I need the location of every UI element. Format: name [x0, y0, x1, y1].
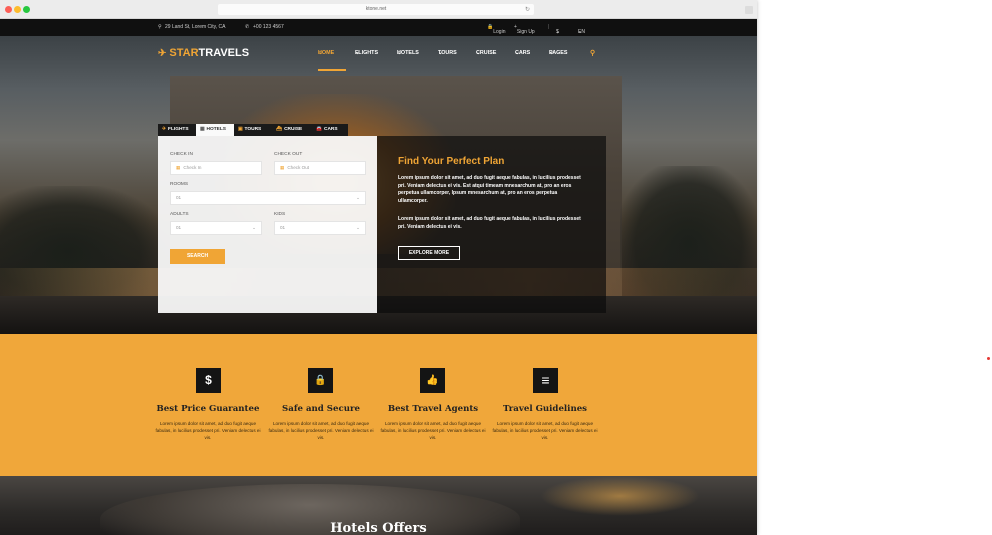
adults-label: ADULTS	[170, 212, 189, 217]
address-bar-text: ktone.net	[365, 6, 387, 12]
kids-select[interactable]: 01 ⌄	[274, 221, 366, 235]
hotels-offers-section: Hotels Offers	[0, 476, 757, 535]
rooms-select[interactable]: 01 ⌄	[170, 191, 366, 205]
thumbs-up-icon: 👍	[420, 368, 445, 393]
browser-chrome: ktone.net ↻	[0, 0, 757, 19]
rooms-label: ROOMS	[170, 182, 189, 187]
tab-label: CARS	[323, 127, 338, 132]
checkin-field[interactable]: ▦ Check In	[170, 161, 262, 175]
chevron-down-icon: ⌄	[355, 50, 360, 56]
signup-label: Sign Up	[516, 29, 535, 35]
checkin-label: CHECK IN	[170, 152, 193, 157]
plan-title: Find Your Perfect Plan	[398, 156, 505, 167]
tab-label: CRUISE	[284, 127, 303, 132]
airplane-icon: ✈	[158, 48, 167, 59]
feature-desc: Lorem ipsum dolor sit amet, ad duo fugit…	[268, 421, 374, 440]
features-band: $ Best Price Guarantee Lorem ipsum dolor…	[0, 334, 757, 476]
calendar-icon: ▦	[176, 165, 181, 170]
tab-label: HOTELS	[206, 127, 227, 132]
calendar-icon: ▦	[280, 165, 285, 170]
phone-icon: ✆	[245, 24, 250, 30]
feature-desc: Lorem ipsum dolor sit amet, ad duo fugit…	[155, 421, 261, 440]
divider: |	[548, 24, 550, 30]
search-button[interactable]: SEARCH	[170, 249, 225, 264]
chevron-down-icon: ⌄	[476, 50, 481, 56]
plan-paragraph-1: Lorem ipsum dolor sit amet, ad duo fugit…	[398, 175, 581, 204]
hotel-search-panel: CHECK IN ▦ Check In CHECK OUT ▦ Check Out …	[158, 136, 377, 313]
chevron-down-icon: ⌄	[515, 50, 520, 56]
tab-cars[interactable]: 🚘 CARS	[312, 124, 348, 136]
menu-icon: ≡	[533, 368, 558, 393]
checkout-label: CHECK OUT	[274, 152, 303, 157]
lock-icon: 🔒	[308, 368, 333, 393]
plan-paragraph-2: Lorem ipsum dolor sit amet, ad duo fugit…	[398, 216, 581, 230]
bag-icon: ▣	[238, 127, 243, 132]
search-icon[interactable]: ⚲	[590, 49, 595, 57]
feature-title: Best Price Guarantee	[156, 404, 260, 414]
ship-icon: ⛴	[276, 127, 283, 132]
chevron-down-icon: ⌄	[318, 50, 323, 56]
plan-box: Find Your Perfect Plan Lorem ipsum dolor…	[377, 136, 606, 313]
top-info-bar: ⚲ 29 Land St, Lorem City, CA ✆ +00 123 4…	[0, 19, 757, 36]
signup-link[interactable]: + Sign Up	[514, 24, 535, 35]
minimize-window-button[interactable]	[14, 6, 21, 13]
chevron-down-icon: ⌄	[397, 50, 402, 56]
car-icon: 🚘	[316, 127, 322, 132]
kids-value: 01	[280, 225, 286, 230]
checkout-placeholder: Check Out	[287, 165, 310, 170]
tab-label: FLIGHTS	[168, 127, 189, 132]
site-logo[interactable]: ✈ STARTRAVELS	[158, 47, 249, 59]
checkout-field[interactable]: ▦ Check Out	[274, 161, 366, 175]
tab-flights[interactable]: ✈ FLIGHTS	[158, 124, 196, 136]
feature-desc: Lorem ipsum dolor sit amet, ad duo fugit…	[380, 421, 486, 440]
logo-travels-text: TRAVELS	[198, 47, 250, 59]
chevron-down-icon: ⌄	[356, 225, 360, 230]
browser-window: ktone.net ↻ ⚲ 29 Land St, Lorem City, CA…	[0, 0, 757, 535]
checkin-placeholder: Check In	[183, 165, 202, 170]
chevron-down-icon: ⌄	[556, 29, 561, 35]
sky-glow	[540, 476, 700, 516]
location-icon: ⚲	[158, 24, 162, 30]
tab-tours[interactable]: ▣ TOURS	[234, 124, 272, 136]
chevron-down-icon: ⌄	[578, 29, 583, 35]
login-label: Login	[493, 29, 506, 35]
feature-desc: Lorem ipsum dolor sit amet, ad duo fugit…	[492, 421, 598, 440]
feature-title: Safe and Secure	[282, 404, 360, 414]
tab-label: TOURS	[244, 127, 262, 132]
adults-select[interactable]: 01 ⌄	[170, 221, 262, 235]
address-text: 29 Land St, Lorem City, CA	[165, 24, 226, 30]
feature-title: Best Travel Agents	[387, 404, 479, 414]
phone-text: +00 123 4567	[253, 24, 284, 30]
logo-star-text: STAR	[169, 47, 199, 59]
nav-active-underline	[318, 69, 346, 71]
hotels-offers-title: Hotels Offers	[330, 521, 427, 535]
hero-section: ✈ STARTRAVELS HOME ⌄ FLIGHTS ⌄ HOTELS ⌄ T…	[0, 36, 757, 334]
browser-menu-button[interactable]	[745, 6, 753, 14]
adults-value: 01	[176, 225, 182, 230]
dollar-icon: $	[196, 368, 221, 393]
cursor-dot	[987, 357, 990, 360]
tab-cruise[interactable]: ⛴ CRUISE	[272, 124, 312, 136]
plane-icon: ✈	[162, 127, 167, 132]
address-bar[interactable]: ktone.net ↻	[218, 4, 534, 15]
rooms-value: 01	[176, 195, 182, 200]
building-icon: ▦	[200, 127, 205, 132]
tab-hotels[interactable]: ▦ HOTELS	[196, 124, 234, 136]
reload-icon[interactable]: ↻	[525, 5, 530, 16]
feature-title: Travel Guidelines	[503, 404, 587, 414]
maximize-window-button[interactable]	[23, 6, 30, 13]
chevron-down-icon: ⌄	[438, 50, 443, 56]
chevron-down-icon: ⌄	[356, 195, 360, 200]
chevron-down-icon: ⌄	[252, 225, 256, 230]
close-window-button[interactable]	[5, 6, 12, 13]
kids-label: KIDS	[274, 212, 286, 217]
explore-more-button[interactable]: EXPLORE MORE	[398, 246, 460, 260]
chevron-down-icon: ⌄	[549, 50, 554, 56]
login-link[interactable]: 🔒 Login	[487, 24, 505, 35]
